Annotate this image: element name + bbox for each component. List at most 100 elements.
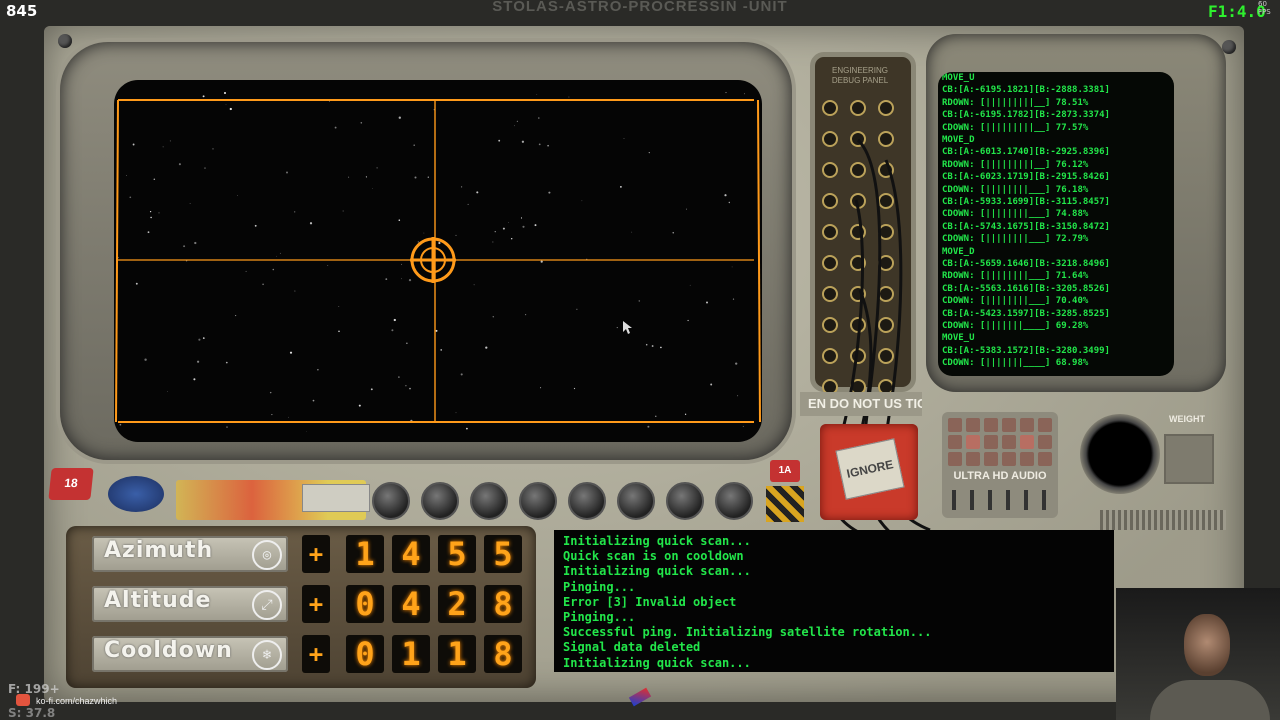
cursor-icon xyxy=(623,321,632,334)
side-log-line: MOVE_D xyxy=(942,246,975,257)
altitude-digit: 8 xyxy=(484,585,522,623)
control-knob[interactable] xyxy=(617,482,655,520)
cooldown-digit: 8 xyxy=(484,635,522,673)
audio-key[interactable] xyxy=(1038,452,1052,466)
control-knob[interactable] xyxy=(666,482,704,520)
kofi-link[interactable]: ko-fi.com/chazwhich xyxy=(36,696,117,706)
side-log-line: CDOWN: [||||||||___] 76.18% xyxy=(942,184,1089,195)
audio-key[interactable] xyxy=(948,418,962,432)
control-knob[interactable] xyxy=(715,482,753,520)
star xyxy=(376,167,378,169)
audio-key[interactable] xyxy=(1002,452,1016,466)
audio-key[interactable] xyxy=(948,452,962,466)
cooldown-digit: 1 xyxy=(438,635,476,673)
azimuth-digit: 4 xyxy=(392,535,430,573)
azimuth-text: Azimuth xyxy=(104,538,214,563)
terminal-line: Initializing quick scan... xyxy=(563,655,751,670)
audio-label: ULTRA HD AUDIO xyxy=(953,470,1047,482)
star xyxy=(289,351,293,354)
azimuth-label: Azimuth ◎ xyxy=(92,536,288,572)
control-knob[interactable] xyxy=(568,482,606,520)
audio-key[interactable] xyxy=(966,435,980,449)
star xyxy=(440,349,443,351)
star xyxy=(408,278,412,282)
badge-18: 18 xyxy=(48,468,94,500)
star xyxy=(409,387,411,390)
control-knob[interactable] xyxy=(421,482,459,520)
side-log-line: CB:[A:-5659.1646][B:-3218.8496] xyxy=(942,259,1110,269)
audio-slider[interactable] xyxy=(1006,490,1010,510)
star xyxy=(460,373,463,376)
audio-slider[interactable] xyxy=(970,490,974,510)
audio-slider[interactable] xyxy=(1042,490,1046,510)
vent-grille xyxy=(1100,510,1226,530)
star xyxy=(327,265,329,266)
star xyxy=(473,284,475,286)
azimuth-digit: 5 xyxy=(484,535,522,573)
audio-key[interactable] xyxy=(1020,435,1034,449)
azimuth-sign: + xyxy=(302,535,330,573)
weight-dial[interactable] xyxy=(1080,414,1160,494)
altitude-text: Altitude xyxy=(104,588,212,613)
star xyxy=(485,346,488,349)
star xyxy=(651,345,654,347)
control-knob[interactable] xyxy=(470,482,508,520)
side-log-line: CB:[A:-5423.1597][B:-3285.8525] xyxy=(942,308,1110,319)
audio-key[interactable] xyxy=(948,435,962,449)
terminal-line: Initializing quick scan... xyxy=(563,564,751,579)
star xyxy=(655,415,657,417)
audio-key[interactable] xyxy=(1020,418,1034,432)
star xyxy=(348,176,350,178)
audio-slider[interactable] xyxy=(1024,490,1028,510)
audio-key[interactable] xyxy=(966,452,980,466)
star xyxy=(685,208,688,210)
ms-bottom: S: 37.8 xyxy=(8,706,56,720)
star xyxy=(427,176,429,178)
audio-slider[interactable] xyxy=(988,490,992,510)
control-knob[interactable] xyxy=(519,482,557,520)
star xyxy=(623,138,625,139)
audio-key[interactable] xyxy=(1038,418,1052,432)
side-log-line: MOVE_U xyxy=(942,73,975,83)
side-log-line: RDOWN: [||||||||___] 71.64% xyxy=(942,271,1089,282)
star xyxy=(413,144,415,146)
star xyxy=(710,383,713,386)
control-knob[interactable] xyxy=(372,482,410,520)
star xyxy=(312,399,315,402)
audio-key[interactable] xyxy=(984,435,998,449)
audio-key[interactable] xyxy=(1038,435,1052,449)
star xyxy=(508,222,509,223)
audio-slider[interactable] xyxy=(952,490,956,510)
audio-key[interactable] xyxy=(1002,435,1016,449)
star xyxy=(272,268,275,271)
star xyxy=(235,315,237,317)
star xyxy=(547,144,549,147)
star xyxy=(178,163,181,166)
star xyxy=(438,241,441,245)
star xyxy=(647,425,650,428)
cooldown-digit: 0 xyxy=(346,635,384,673)
audio-key[interactable] xyxy=(966,418,980,432)
star xyxy=(538,143,541,146)
star xyxy=(638,300,641,302)
star xyxy=(158,212,160,214)
side-log-line: CB:[A:-5933.1699][B:-3115.8457] xyxy=(942,197,1110,207)
star xyxy=(162,146,164,148)
side-log-line: CB:[A:-6195.1782][B:-2873.3374] xyxy=(942,110,1110,121)
star xyxy=(660,346,662,349)
side-log-line: CB:[A:-6013.1740][B:-2925.8396] xyxy=(942,147,1110,158)
star xyxy=(502,227,505,230)
star xyxy=(338,306,340,307)
star xyxy=(276,255,278,257)
audio-key[interactable] xyxy=(1020,452,1034,466)
star xyxy=(573,387,576,390)
audio-key[interactable] xyxy=(984,452,998,466)
star xyxy=(385,278,388,280)
star xyxy=(358,404,361,407)
audio-key[interactable] xyxy=(1002,418,1016,432)
star xyxy=(294,211,296,213)
side-log-line: CDOWN: [||||||||___] 70.40% xyxy=(942,296,1089,307)
star xyxy=(405,385,407,387)
telescope-view[interactable] xyxy=(114,80,762,442)
audio-key[interactable] xyxy=(984,418,998,432)
